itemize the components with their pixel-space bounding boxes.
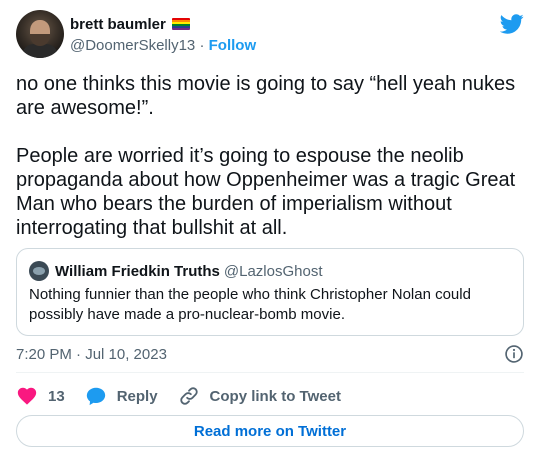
info-icon[interactable]: [504, 344, 524, 364]
follow-button[interactable]: Follow: [209, 37, 257, 54]
reply-label: Reply: [116, 387, 158, 405]
copy-link-label: Copy link to Tweet: [209, 387, 341, 405]
quoted-tweet[interactable]: William Friedkin Truths @LazlosGhost Not…: [16, 248, 524, 336]
tweet-actions: 13 Reply Copy link to Tweet: [16, 384, 361, 408]
tweet-paragraph-1: no one thinks this movie is going to say…: [16, 73, 516, 119]
quoted-author-name: William Friedkin Truths: [55, 262, 220, 280]
tweet-meta: 7:20 PM · Jul 10, 2023: [16, 344, 524, 364]
quoted-author-handle: @LazlosGhost: [223, 262, 323, 280]
like-button[interactable]: 13: [16, 385, 65, 407]
flag-stripe: [171, 28, 190, 30]
read-more-button[interactable]: Read more on Twitter: [16, 415, 524, 447]
reply-bubble-icon: [86, 387, 105, 406]
tweet-header: brett baumler @DoomerSkelly13 · Follow: [16, 10, 524, 60]
author-names: brett baumler @DoomerSkelly13 · Follow: [70, 14, 256, 57]
divider: [16, 372, 524, 373]
heart-icon: [17, 387, 37, 405]
author-avatar[interactable]: [16, 10, 64, 58]
pride-flag-icon: [171, 18, 190, 30]
embedded-tweet-card: brett baumler @DoomerSkelly13 · Follow n…: [0, 0, 540, 462]
link-icon: [179, 387, 198, 405]
author-display-name[interactable]: brett baumler: [70, 16, 166, 33]
tweet-timestamp[interactable]: 7:20 PM · Jul 10, 2023: [16, 346, 167, 363]
twitter-bird-icon[interactable]: [500, 12, 524, 36]
quoted-author-avatar: [29, 261, 49, 281]
tweet-text: no one thinks this movie is going to say…: [16, 72, 524, 240]
like-count: 13: [48, 387, 65, 405]
copy-link-button[interactable]: Copy link to Tweet: [178, 385, 341, 407]
reply-button[interactable]: Reply: [85, 385, 158, 407]
quoted-tweet-text: Nothing funnier than the people who thin…: [29, 286, 471, 323]
handle-separator: ·: [199, 37, 205, 54]
author-handle[interactable]: @DoomerSkelly13: [70, 37, 195, 54]
tweet-paragraph-2: People are worried it’s going to espouse…: [16, 145, 516, 239]
